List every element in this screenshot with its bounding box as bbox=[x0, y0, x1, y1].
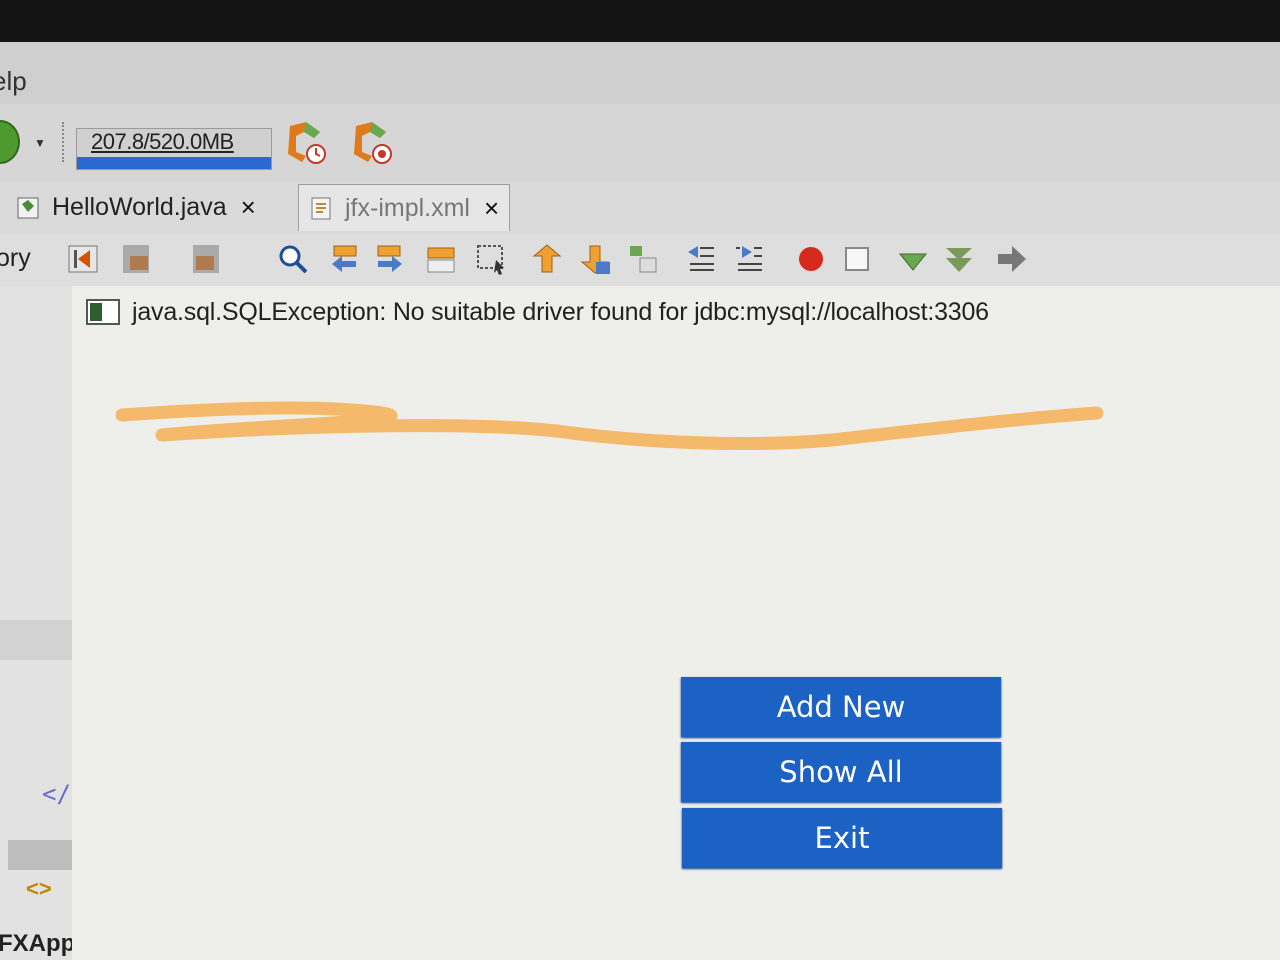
back-icon[interactable] bbox=[66, 242, 100, 276]
show-all-button[interactable]: Show All bbox=[681, 742, 1001, 802]
window-titlebar: java.sql.SQLException: No suitable drive… bbox=[86, 292, 989, 332]
project-label[interactable]: FXAppl bbox=[0, 930, 82, 958]
memory-usage-text: 207.8/520.0MB bbox=[91, 129, 234, 154]
toolbar-separator bbox=[62, 122, 66, 162]
align-right-icon[interactable] bbox=[372, 242, 406, 276]
history-tab-label[interactable]: ory bbox=[0, 244, 31, 273]
run-dropdown-chevron-icon[interactable]: ▼ bbox=[34, 136, 46, 150]
memory-usage-indicator[interactable]: 207.8/520.0MB bbox=[76, 128, 272, 170]
zoom-icon[interactable] bbox=[276, 242, 310, 276]
indent-right-icon[interactable] bbox=[732, 242, 766, 276]
tab-label: HelloWorld.java bbox=[52, 192, 227, 221]
arrow-right-icon[interactable] bbox=[994, 242, 1028, 276]
gc-icon[interactable] bbox=[280, 118, 328, 168]
close-icon[interactable]: × bbox=[484, 193, 499, 224]
app-window-icon bbox=[86, 299, 120, 325]
javafx-app-window bbox=[72, 286, 1280, 960]
add-new-button[interactable]: Add New bbox=[681, 677, 1001, 737]
memory-usage-fill bbox=[77, 157, 271, 169]
menu-item-help[interactable]: elp bbox=[0, 66, 27, 97]
align-left-icon[interactable] bbox=[328, 242, 362, 276]
close-icon[interactable]: × bbox=[241, 192, 256, 223]
layout-icon[interactable] bbox=[626, 242, 660, 276]
exit-button[interactable]: Exit bbox=[682, 808, 1002, 868]
stop-icon[interactable] bbox=[840, 242, 874, 276]
code-fragment: </ bbox=[42, 780, 71, 808]
record-icon[interactable] bbox=[794, 242, 828, 276]
xml-file-icon bbox=[311, 197, 331, 220]
gutter-highlight bbox=[0, 620, 72, 660]
fast-forward-down-icon[interactable] bbox=[942, 242, 976, 276]
tab-helloworld-java[interactable]: HelloWorld.java × bbox=[16, 184, 256, 230]
navigator-node-icon: <> bbox=[26, 876, 52, 901]
selection-icon[interactable] bbox=[474, 242, 508, 276]
redaction-scribble bbox=[115, 401, 1104, 451]
arrow-down-icon[interactable] bbox=[896, 242, 930, 276]
history-prev-icon[interactable] bbox=[120, 242, 154, 276]
menu-bar bbox=[0, 42, 1280, 104]
tab-jfx-impl-xml[interactable]: jfx-impl.xml × bbox=[298, 184, 511, 231]
move-down-icon[interactable] bbox=[578, 242, 612, 276]
tab-label: jfx-impl.xml bbox=[345, 193, 470, 222]
distribute-icon[interactable] bbox=[424, 242, 458, 276]
top-dark-bezel bbox=[0, 0, 1280, 42]
move-up-icon[interactable] bbox=[530, 242, 564, 276]
java-file-icon bbox=[17, 197, 39, 219]
window-title: java.sql.SQLException: No suitable drive… bbox=[132, 297, 989, 326]
indent-left-icon[interactable] bbox=[684, 242, 718, 276]
gutter-scroll-band bbox=[8, 840, 82, 870]
profile-icon[interactable] bbox=[346, 118, 394, 168]
history-next-icon[interactable] bbox=[190, 242, 224, 276]
